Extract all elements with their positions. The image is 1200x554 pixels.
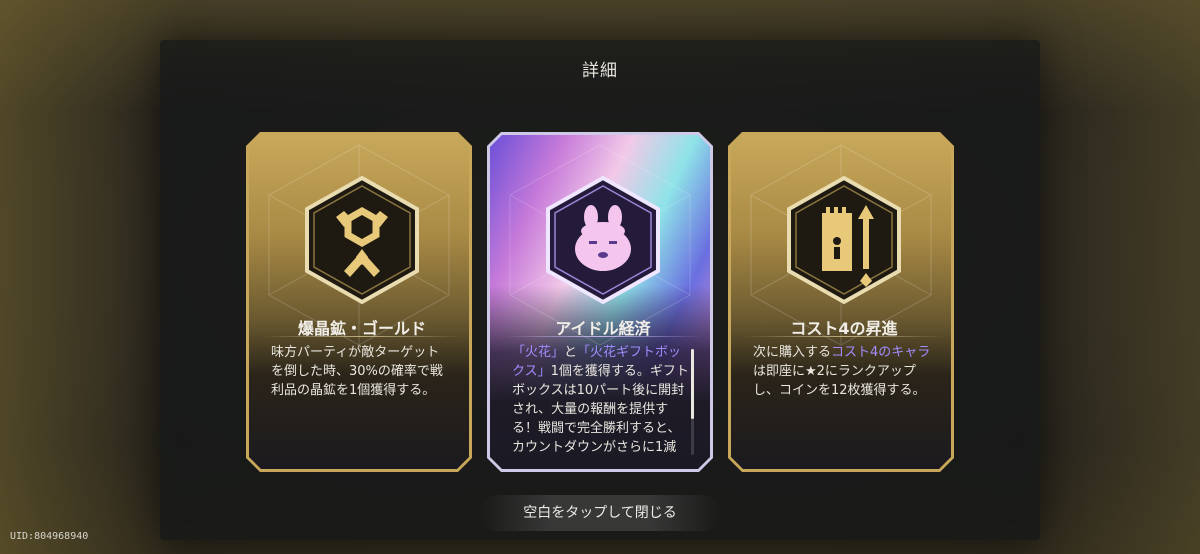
card-divider (745, 336, 943, 337)
description-text: 味方パーティが敵ターゲットを倒した時、30%の確率で戦利品の晶鉱を1個獲得する。 (271, 345, 443, 398)
description-text: と (564, 345, 578, 360)
tap-to-close-button[interactable]: 空白をタップして閉じる (480, 495, 720, 531)
rank-up-scroll-icon (787, 175, 901, 305)
card-description: 味方パーティが敵ターゲットを倒した時、30%の確率で戦利品の晶鉱を1個獲得する。 (271, 343, 449, 461)
user-id-label: UID:804968940 (10, 531, 89, 542)
card-idol-economy[interactable]: アイドル経済 「火花」と「火花ギフトボックス」1個を獲得する。ギフトボックスは1… (487, 132, 713, 472)
idol-mascot-icon (546, 175, 660, 305)
scrollbar-thumb[interactable] (691, 349, 694, 419)
description-text: は即座に★2にランクアップし、コインを12枚獲得する。 (753, 364, 926, 398)
highlight-text: 「火花」 (512, 345, 565, 360)
card-description: 次に購入するコスト4のキャラは即座に★2にランクアップし、コインを12枚獲得する… (753, 343, 931, 461)
card-divider (504, 336, 702, 337)
highlight-text: コスト4のキャラ (831, 345, 931, 360)
card-cost4-promotion[interactable]: コスト4の昇進 次に購入するコスト4のキャラは即座に★2にランクアップし、コイン… (728, 132, 954, 472)
description-scrollbar[interactable] (691, 349, 694, 455)
ore-crossed-swords-icon (305, 175, 419, 305)
dialog-title: 詳細 (582, 61, 618, 81)
card-description[interactable]: 「火花」と「火花ギフトボックス」1個を獲得する。ギフトボックスは10パート後に開… (512, 343, 690, 461)
card-gold-ore[interactable]: 爆晶鉱・ゴールド 味方パーティが敵ターゲットを倒した時、30%の確率で戦利品の晶… (246, 132, 472, 472)
description-text: 次に購入する (753, 345, 832, 360)
card-divider (263, 336, 461, 337)
